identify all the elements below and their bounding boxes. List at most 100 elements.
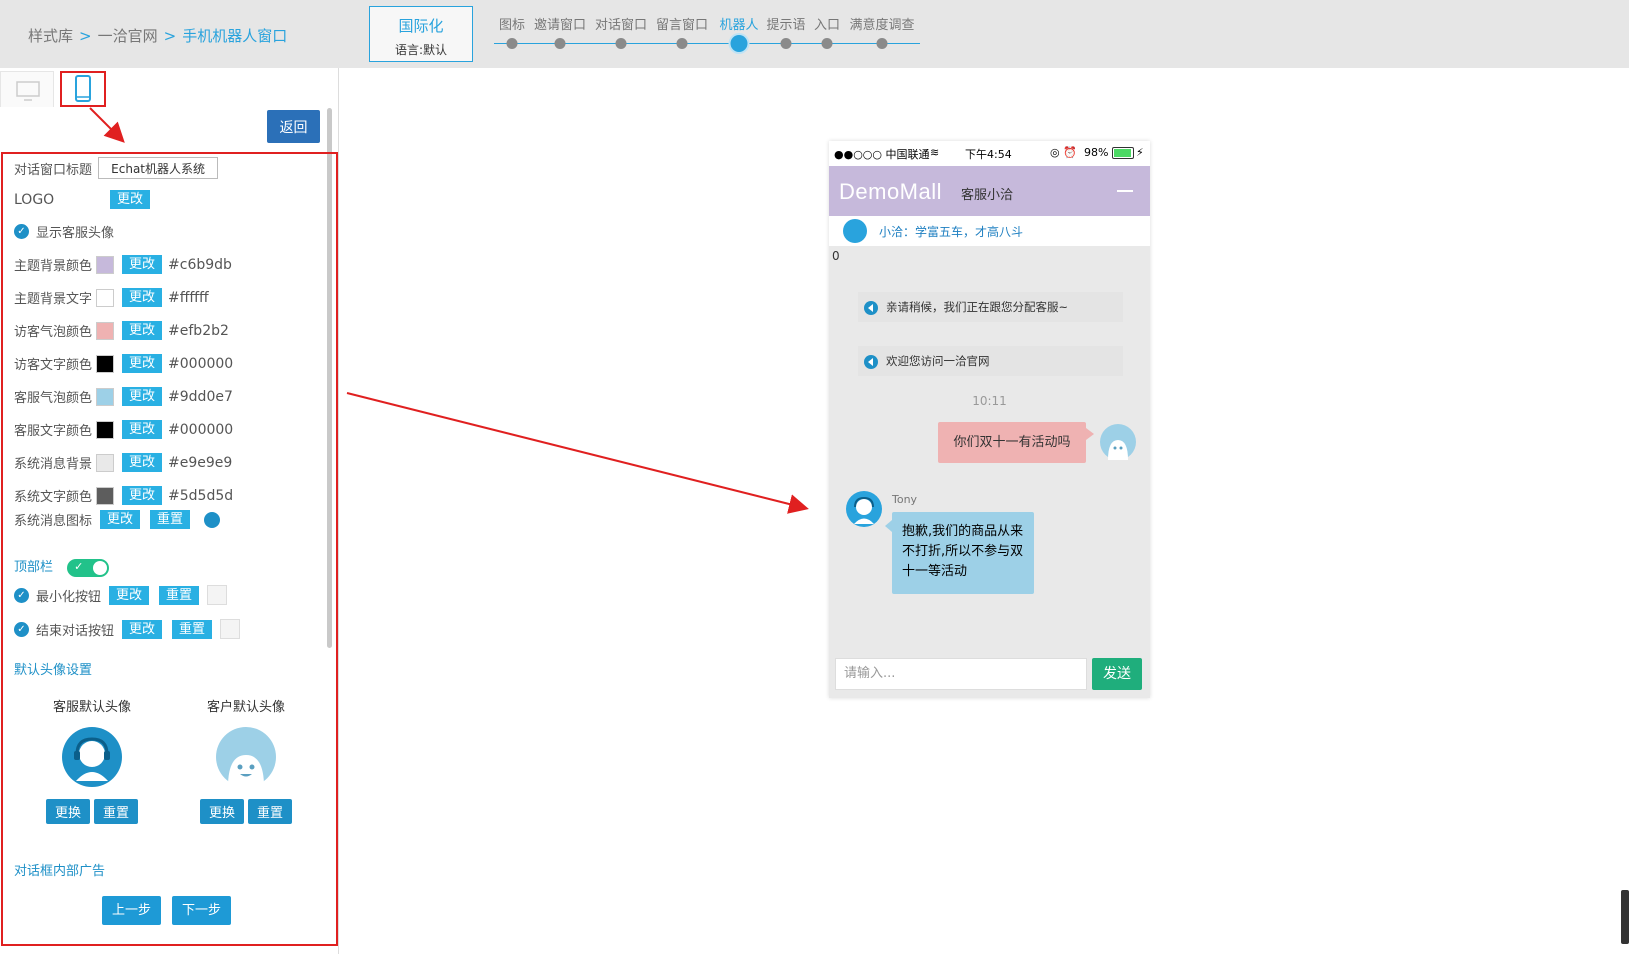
sys-icon-change-button[interactable]: 更改 <box>100 510 141 529</box>
color-change-button[interactable]: 更改 <box>122 453 163 472</box>
sys-icon-reset-button[interactable]: 重置 <box>150 510 191 529</box>
color-setting-label: 客服气泡颜色 <box>14 391 93 406</box>
step-label[interactable]: 邀请窗口 <box>534 14 586 33</box>
breadcrumb: 样式库 > 一洽官网 > 手机机器人窗口 <box>28 25 287 46</box>
breadcrumb-item-style-library[interactable]: 样式库 <box>28 27 73 45</box>
system-message-text: 亲请稍候，我们正在跟您分配客服~ <box>886 300 1069 314</box>
step-label[interactable]: 满意度调查 <box>849 14 914 33</box>
step-label[interactable]: 入口 <box>814 14 840 33</box>
breadcrumb-separator: > <box>163 27 177 45</box>
breadcrumb-item-site[interactable]: 一洽官网 <box>98 27 158 45</box>
step-label[interactable]: 图标 <box>499 14 525 33</box>
topbar-toggle[interactable]: ✓ <box>67 558 110 577</box>
speaker-icon <box>204 511 221 528</box>
color-swatch[interactable] <box>96 486 115 505</box>
ad-title: 对话框内部广告 <box>14 864 106 879</box>
color-swatch[interactable] <box>96 453 115 472</box>
color-change-button[interactable]: 更改 <box>122 354 163 373</box>
mobile-preview-tab[interactable] <box>60 71 106 107</box>
color-swatch[interactable] <box>96 288 115 307</box>
notice-avatar-icon <box>843 219 867 243</box>
color-change-button[interactable]: 更改 <box>122 321 163 340</box>
settings-panel: 返回 对话窗口标题 Echat机器人系统 LOGO 更改 ✓ 显示客服头像 主题背景… <box>0 68 339 954</box>
step-label[interactable]: 提示语 <box>766 14 805 33</box>
color-setting-label: 主题背景颜色 <box>14 259 93 274</box>
default-avatar-title: 默认头像设置 <box>14 663 93 678</box>
step-label[interactable]: 机器人 <box>719 14 758 33</box>
battery-icon <box>1112 147 1134 159</box>
minimize-reset-button[interactable]: 重置 <box>159 585 200 605</box>
color-change-button[interactable]: 更改 <box>122 387 163 406</box>
chat-header: DemoMall 客服小洽 <box>829 166 1150 216</box>
checkbox-checked-icon[interactable]: ✓ <box>14 587 29 603</box>
show-avatar-row: ✓ 显示客服头像 <box>14 222 114 241</box>
system-message: 欢迎您访问一洽官网 <box>858 346 1123 376</box>
end-chat-change-button[interactable]: 更改 <box>122 619 163 639</box>
customer-avatar-icon <box>216 727 276 787</box>
color-setting-row: 访客气泡颜色 更改 #efb2b2 <box>14 321 229 340</box>
checkbox-checked-icon[interactable]: ✓ <box>14 621 29 637</box>
visitor-message-bubble: 你们双十一有活动吗 <box>938 422 1094 463</box>
checkbox-checked-icon[interactable]: ✓ <box>14 224 29 239</box>
color-change-button[interactable]: 更改 <box>122 420 163 439</box>
toggle-knob <box>93 560 108 575</box>
message-input[interactable]: 请输入... <box>835 658 1087 690</box>
step-dot[interactable] <box>676 38 688 49</box>
step-dot[interactable] <box>554 38 566 49</box>
minimize-change-button[interactable]: 更改 <box>109 585 150 605</box>
agent-message-bubble: 抱歉,我们的商品从来不打折,所以不参与双十一等活动 <box>885 512 1034 594</box>
color-change-button[interactable]: 更改 <box>122 288 163 307</box>
minimize-icon[interactable] <box>1117 190 1133 192</box>
chat-title-row: 对话窗口标题 Echat机器人系统 <box>14 157 219 179</box>
logo-change-button[interactable]: 更改 <box>110 190 151 209</box>
alarm-icon: ◎ ⏰ <box>1050 146 1077 159</box>
color-change-button[interactable]: 更改 <box>122 486 163 505</box>
end-chat-reset-button[interactable]: 重置 <box>172 619 213 639</box>
intl-language: 语言:默认 <box>394 43 448 57</box>
step-dot[interactable] <box>730 35 748 52</box>
customer-avatar-reset-button[interactable]: 重置 <box>248 799 293 824</box>
intl-title: 国际化 <box>398 17 444 35</box>
agent-avatar-icon <box>62 727 122 787</box>
end-chat-row: ✓ 结束对话按钮 更改 重置 <box>14 619 241 639</box>
customer-default-avatar: 客户默认头像 更换 重置 <box>186 696 306 824</box>
agent-avatar-replace-button[interactable]: 更换 <box>45 799 90 824</box>
next-step-button[interactable]: 下一步 <box>172 896 231 925</box>
step-dot[interactable] <box>780 38 792 49</box>
annotation-arrow-long <box>346 392 809 514</box>
step-dot[interactable] <box>876 38 888 49</box>
customer-avatar-replace-button[interactable]: 更换 <box>199 799 244 824</box>
color-hex-value: #000000 <box>168 421 234 438</box>
side-widget[interactable] <box>1621 890 1629 944</box>
end-chat-label: 结束对话按钮 <box>36 623 115 639</box>
topbar-label: 顶部栏 <box>14 560 54 575</box>
carrier-text: ●●○○○ 中国联通 <box>834 148 930 161</box>
color-swatch[interactable] <box>96 255 115 274</box>
agent-avatar-caption: 客服默认头像 <box>52 700 131 715</box>
speaker-icon <box>864 354 878 369</box>
agent-avatar-reset-button[interactable]: 重置 <box>94 799 139 824</box>
mobile-chat-preview: ●●○○○ 中国联通 ≋ 下午4:54 ◎ ⏰ 98% ⚡ DemoMall 客… <box>829 141 1150 698</box>
step-dot[interactable] <box>821 38 833 49</box>
system-message-text: 欢迎您访问一洽官网 <box>886 354 990 368</box>
prev-step-button[interactable]: 上一步 <box>102 896 161 925</box>
chat-title-input[interactable]: Echat机器人系统 <box>98 157 219 179</box>
color-swatch[interactable] <box>96 321 115 340</box>
send-button[interactable]: 发送 <box>1092 658 1142 690</box>
color-swatch[interactable] <box>96 354 115 373</box>
breadcrumb-separator: > <box>79 27 92 45</box>
step-label[interactable]: 对话窗口 <box>595 14 647 33</box>
color-change-button[interactable]: 更改 <box>122 255 163 274</box>
back-button[interactable]: 返回 <box>267 110 320 143</box>
battery-percent: 98% <box>1084 146 1109 159</box>
topbar-row: 顶部栏 ✓ <box>14 556 110 577</box>
color-swatch[interactable] <box>96 420 115 439</box>
phone-icon <box>75 75 91 102</box>
internationalization-button[interactable]: 国际化 语言:默认 <box>369 6 473 62</box>
step-dot[interactable] <box>615 38 627 49</box>
color-swatch[interactable] <box>96 387 115 406</box>
color-setting-label: 访客气泡颜色 <box>14 325 93 340</box>
step-dot[interactable] <box>506 38 518 49</box>
desktop-preview-tab[interactable] <box>0 71 54 107</box>
step-label[interactable]: 留言窗口 <box>656 14 708 33</box>
